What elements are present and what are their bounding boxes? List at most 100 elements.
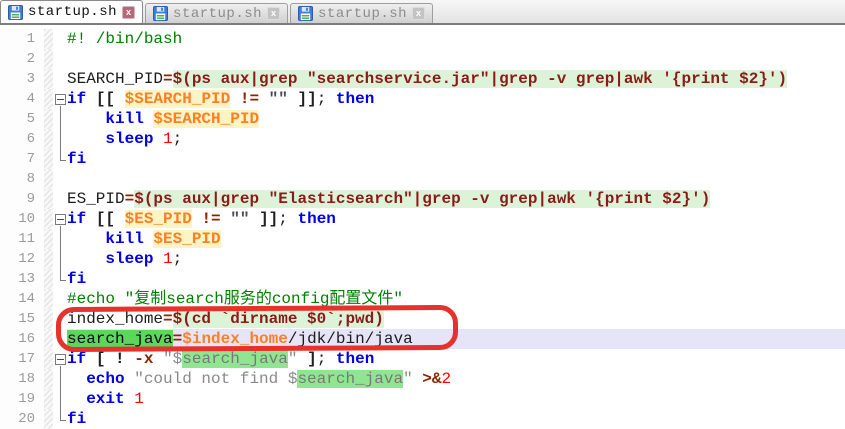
line-number[interactable]: 12 (0, 249, 44, 269)
bookmark-margin[interactable] (44, 309, 53, 329)
code-line[interactable]: 20 fi (0, 409, 845, 429)
code-text[interactable]: if [ ! -x "$search_java" ]; then (67, 349, 845, 369)
code-token (125, 350, 135, 368)
fold-toggle-icon[interactable] (53, 89, 67, 109)
code-text[interactable]: fi (67, 409, 845, 429)
code-token: $ES_PID (125, 210, 192, 228)
line-number[interactable]: 9 (0, 189, 44, 209)
line-number[interactable]: 3 (0, 69, 44, 89)
code-text[interactable]: if [[ $ES_PID != "" ]]; then (67, 209, 845, 229)
bookmark-margin[interactable] (44, 189, 53, 209)
bookmark-margin[interactable] (44, 169, 53, 189)
bookmark-margin[interactable] (44, 249, 53, 269)
tab-startup-sh-1[interactable]: startup.shx (0, 0, 143, 23)
bookmark-margin[interactable] (44, 49, 53, 69)
code-line[interactable]: 6 sleep 1; (0, 129, 845, 149)
code-line[interactable]: 17 if [ ! -x "$search_java" ]; then (0, 349, 845, 369)
line-number[interactable]: 10 (0, 209, 44, 229)
code-line[interactable]: 13 fi (0, 269, 845, 289)
code-line[interactable]: 19 exit 1 (0, 389, 845, 409)
bookmark-margin[interactable] (44, 329, 53, 349)
code-text[interactable]: kill $ES_PID (67, 229, 845, 249)
line-number[interactable]: 2 (0, 49, 44, 69)
code-token: search_java (182, 350, 288, 368)
code-token (67, 110, 105, 128)
code-text[interactable]: exit 1 (67, 389, 845, 409)
close-icon[interactable]: x (267, 7, 280, 20)
line-number[interactable]: 5 (0, 109, 44, 129)
line-number[interactable]: 4 (0, 89, 44, 109)
bookmark-margin[interactable] (44, 209, 53, 229)
code-line[interactable]: 1 #! /bin/bash (0, 29, 845, 49)
code-text[interactable]: search_java=$index_home/jdk/bin/java (67, 329, 845, 349)
bookmark-margin[interactable] (44, 369, 53, 389)
code-text[interactable]: if [[ $SEARCH_PID != "" ]]; then (67, 89, 845, 109)
bookmark-margin[interactable] (44, 349, 53, 369)
line-number[interactable]: 7 (0, 149, 44, 169)
close-icon[interactable]: x (122, 6, 135, 19)
code-line[interactable]: 3 SEARCH_PID=$(ps aux|grep "searchservice… (0, 69, 845, 89)
bookmark-margin[interactable] (44, 29, 53, 49)
line-number[interactable]: 20 (0, 409, 44, 429)
code-text[interactable]: sleep 1; (67, 129, 845, 149)
code-text[interactable]: ES_PID=$(ps aux|grep "Elasticsearch"|gre… (67, 189, 845, 209)
code-line[interactable]: 8 (0, 169, 845, 189)
fold-margin (53, 249, 67, 269)
bookmark-margin[interactable] (44, 389, 53, 409)
bookmark-margin[interactable] (44, 409, 53, 429)
code-text[interactable]: SEARCH_PID=$(ps aux|grep "searchservice.… (67, 69, 845, 89)
bookmark-margin[interactable] (44, 69, 53, 89)
code-token: = (125, 190, 135, 208)
code-text[interactable]: fi (67, 149, 845, 169)
code-line[interactable]: 4 if [[ $SEARCH_PID != "" ]]; then (0, 89, 845, 109)
code-text[interactable]: #echo "复制search服务的config配置文件" (67, 289, 845, 309)
line-number[interactable]: 11 (0, 229, 44, 249)
code-text[interactable] (67, 169, 845, 189)
code-line[interactable]: 2 (0, 49, 845, 69)
code-token: "could not find $ (134, 370, 297, 388)
code-text[interactable]: fi (67, 269, 845, 289)
code-text[interactable] (67, 49, 845, 69)
line-number[interactable]: 17 (0, 349, 44, 369)
code-token: "" (269, 90, 288, 108)
code-token: = (173, 330, 183, 348)
bookmark-margin[interactable] (44, 149, 53, 169)
tab-startup-sh-3[interactable]: startup.shx (290, 3, 433, 23)
code-token: >& (422, 370, 441, 388)
code-line[interactable]: 10 if [[ $ES_PID != "" ]]; then (0, 209, 845, 229)
line-number[interactable]: 16 (0, 329, 44, 349)
code-line[interactable]: 15 index_home=$(cd `dirname $0`;pwd) (0, 309, 845, 329)
close-icon[interactable]: x (412, 7, 425, 20)
code-line[interactable]: 18 echo "could not find $search_java" >&… (0, 369, 845, 389)
code-line[interactable]: 16 search_java=$index_home/jdk/bin/java (0, 329, 845, 349)
line-number[interactable]: 14 (0, 289, 44, 309)
editor[interactable]: 1 #! /bin/bash 23 SEARCH_PID=$(ps aux|grep … (0, 25, 845, 421)
bookmark-margin[interactable] (44, 269, 53, 289)
code-line[interactable]: 9 ES_PID=$(ps aux|grep "Elasticsearch"|gr… (0, 189, 845, 209)
line-number[interactable]: 6 (0, 129, 44, 149)
line-number[interactable]: 8 (0, 169, 44, 189)
bookmark-margin[interactable] (44, 229, 53, 249)
line-number[interactable]: 13 (0, 269, 44, 289)
code-text[interactable]: kill $SEARCH_PID (67, 109, 845, 129)
bookmark-margin[interactable] (44, 89, 53, 109)
line-number[interactable]: 1 (0, 29, 44, 49)
code-text[interactable]: sleep 1; (67, 249, 845, 269)
bookmark-margin[interactable] (44, 109, 53, 129)
fold-toggle-icon[interactable] (53, 209, 67, 229)
bookmark-margin[interactable] (44, 129, 53, 149)
fold-toggle-icon[interactable] (53, 349, 67, 369)
line-number[interactable]: 19 (0, 389, 44, 409)
line-number[interactable]: 18 (0, 369, 44, 389)
line-number[interactable]: 15 (0, 309, 44, 329)
code-line[interactable]: 11 kill $ES_PID (0, 229, 845, 249)
code-line[interactable]: 14 #echo "复制search服务的config配置文件" (0, 289, 845, 309)
code-text[interactable]: index_home=$(cd `dirname $0`;pwd) (67, 309, 845, 329)
code-line[interactable]: 12 sleep 1; (0, 249, 845, 269)
code-line[interactable]: 5 kill $SEARCH_PID (0, 109, 845, 129)
code-text[interactable]: #! /bin/bash (67, 29, 845, 49)
code-text[interactable]: echo "could not find $search_java" >&2 (67, 369, 845, 389)
bookmark-margin[interactable] (44, 289, 53, 309)
tab-startup-sh-2[interactable]: startup.shx (145, 3, 288, 23)
code-line[interactable]: 7 fi (0, 149, 845, 169)
